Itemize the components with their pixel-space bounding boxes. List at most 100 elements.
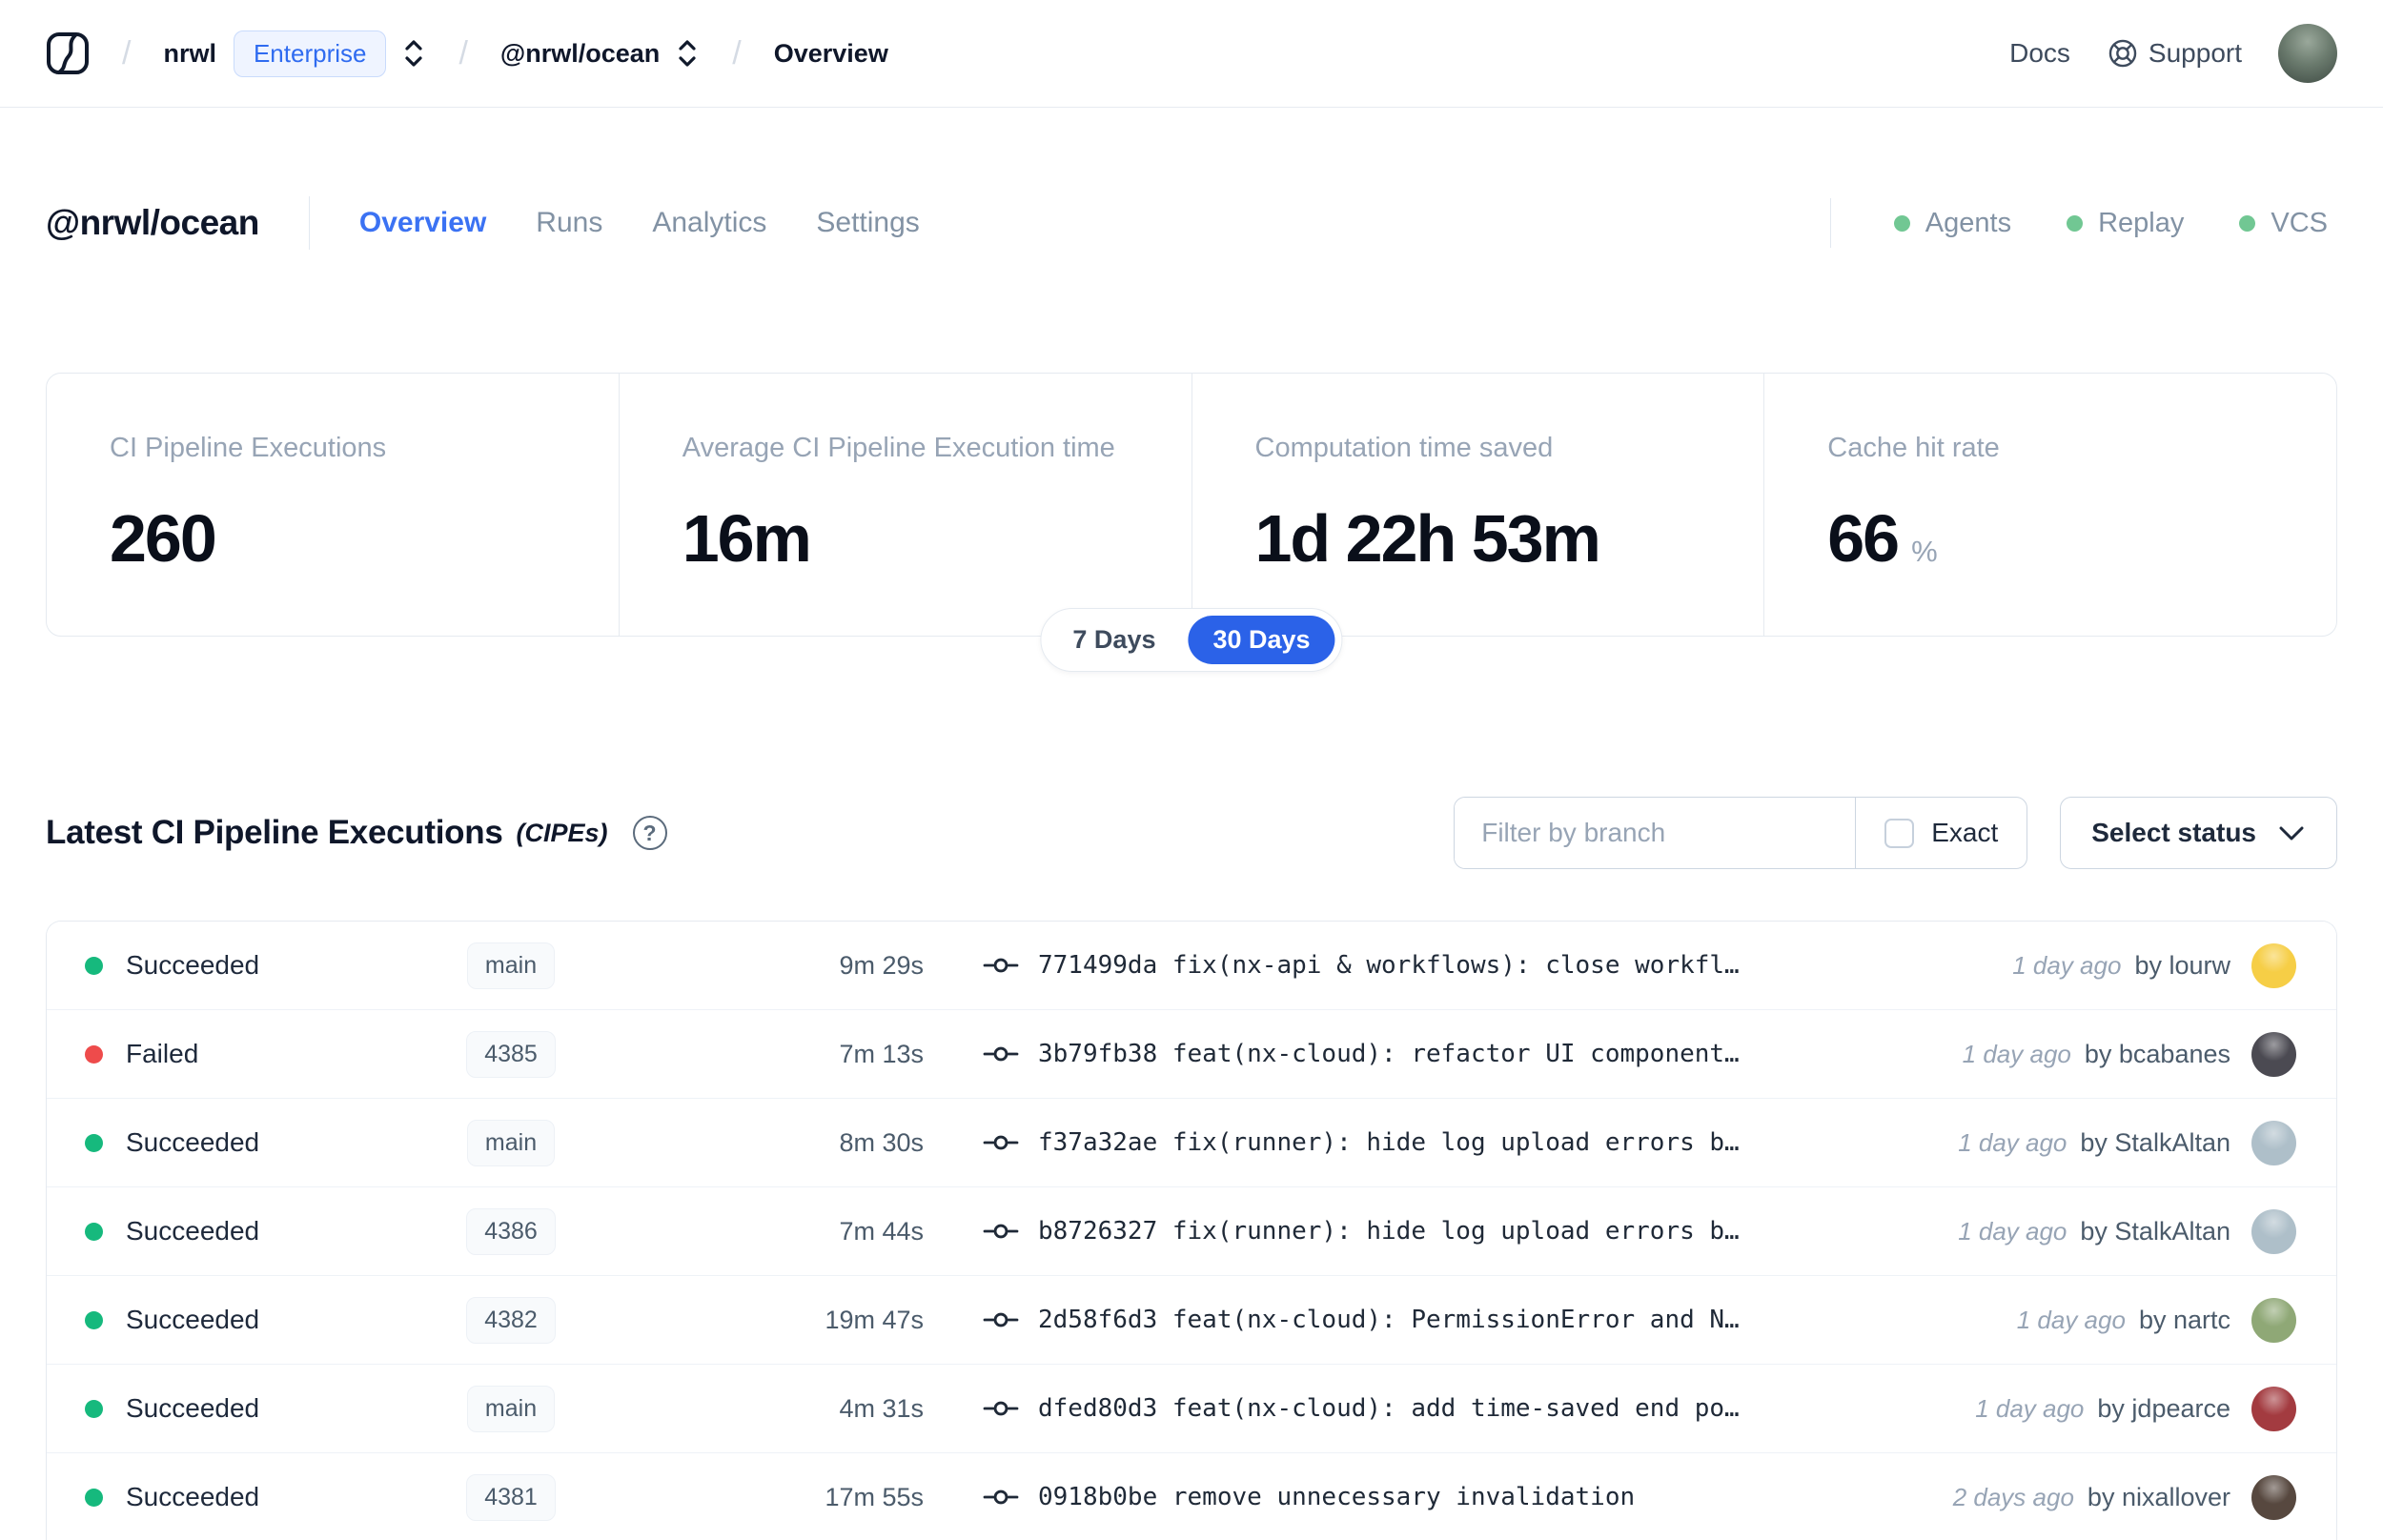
- green-status-dot-icon: [2067, 214, 2084, 232]
- cipe-status: Failed: [126, 1039, 199, 1068]
- git-commit-icon: [983, 1395, 1019, 1422]
- enterprise-badge: Enterprise: [233, 30, 387, 77]
- green-status-dot-icon: [1893, 214, 1910, 232]
- breadcrumb-separator: /: [458, 34, 468, 71]
- breadcrumb-separator: /: [732, 34, 742, 71]
- cipe-table: Succeeded main 9m 29s 771499da fix(nx-ap…: [46, 921, 2337, 1540]
- breadcrumb-org[interactable]: nrwl: [163, 39, 216, 69]
- branch-badge: main: [466, 1119, 556, 1166]
- stats-cards-row: CI Pipeline Executions 260 Average CI Pi…: [46, 373, 2337, 637]
- indicator-vcs[interactable]: VCS: [2239, 208, 2328, 239]
- stat-suffix: %: [1911, 535, 1938, 568]
- cipe-time-ago: 1 day ago: [1958, 1216, 2067, 1246]
- user-avatar[interactable]: [2278, 24, 2337, 83]
- page-title: @nrwl/ocean: [46, 203, 259, 242]
- status-dot-icon: [85, 1222, 103, 1241]
- commit-message: f37a32ae fix(runner): hide log upload er…: [1038, 1128, 1740, 1157]
- cipe-author: by lourw: [2134, 950, 2230, 980]
- green-status-dot-icon: [2239, 214, 2256, 232]
- cipe-status: Succeeded: [126, 1393, 260, 1423]
- cipe-row[interactable]: Succeeded 4381 17m 55s 0918b0be remove u…: [47, 1453, 2336, 1540]
- cipe-duration: 4m 31s: [839, 1393, 924, 1423]
- commit-message: 2d58f6d3 feat(nx-cloud): PermissionError…: [1038, 1306, 1740, 1334]
- indicators-divider: [1829, 198, 1831, 248]
- status-dot-icon: [85, 1133, 103, 1152]
- cipe-status: Succeeded: [126, 1127, 260, 1157]
- workspace-tabs: Overview Runs Analytics Settings: [359, 207, 920, 239]
- workspace-switcher-chevrons-icon[interactable]: [675, 37, 700, 70]
- help-icon[interactable]: ?: [632, 816, 667, 850]
- select-status-label: Select status: [2091, 818, 2256, 847]
- stat-value: 16m: [682, 501, 812, 576]
- breadcrumb-page: Overview: [773, 38, 888, 68]
- git-commit-icon: [983, 1218, 1019, 1245]
- status-dot-icon: [85, 956, 103, 975]
- branch-badge: main: [466, 942, 556, 989]
- stats-section: CI Pipeline Executions 260 Average CI Pi…: [46, 373, 2337, 672]
- indicator-replay[interactable]: Replay: [2067, 208, 2184, 239]
- author-avatar: [2251, 1031, 2296, 1077]
- support-label: Support: [2148, 38, 2242, 68]
- cipe-filters: Exact Select status: [1454, 797, 2337, 869]
- cipe-author: by bcabanes: [2084, 1039, 2230, 1068]
- tab-overview[interactable]: Overview: [359, 207, 486, 239]
- exact-checkbox[interactable]: [1884, 818, 1915, 848]
- stat-label: Cache hit rate: [1827, 433, 2000, 463]
- tab-runs[interactable]: Runs: [536, 207, 602, 239]
- commit-message: dfed80d3 feat(nx-cloud): add time-saved …: [1038, 1394, 1740, 1423]
- select-status-dropdown[interactable]: Select status: [2060, 797, 2337, 869]
- docs-link[interactable]: Docs: [2009, 38, 2070, 69]
- git-commit-icon: [983, 1129, 1019, 1156]
- cipe-author: by StalkAltan: [2080, 1216, 2230, 1246]
- cipe-time-ago: 1 day ago: [2016, 1305, 2126, 1334]
- author-avatar: [2251, 1474, 2296, 1520]
- org-switcher-chevrons-icon[interactable]: [401, 37, 426, 70]
- stat-label: Computation time saved: [1254, 433, 1554, 463]
- status-dot-icon: [85, 1044, 103, 1064]
- exact-label[interactable]: Exact: [1931, 818, 1998, 848]
- cipe-time-ago: 1 day ago: [2012, 950, 2122, 980]
- cipe-row[interactable]: Failed 4385 7m 13s 3b79fb38 feat(nx-clou…: [47, 1010, 2336, 1099]
- cipe-duration: 8m 30s: [839, 1127, 924, 1157]
- status-dot-icon: [85, 1488, 103, 1507]
- exact-match-segment: Exact: [1855, 798, 2027, 868]
- commit-message: 771499da fix(nx-api & workflows): close …: [1038, 951, 1740, 980]
- cipe-row[interactable]: Succeeded main 9m 29s 771499da fix(nx-ap…: [47, 922, 2336, 1010]
- indicator-agents[interactable]: Agents: [1893, 208, 2011, 239]
- cipe-section-header: Latest CI Pipeline Executions (CIPEs) ? …: [46, 797, 2337, 869]
- life-ring-icon: [2107, 37, 2139, 70]
- cipe-time-ago: 1 day ago: [1962, 1039, 2071, 1068]
- git-commit-icon: [983, 1307, 1019, 1333]
- branch-badge: 4381: [466, 1473, 556, 1521]
- branch-filter-input[interactable]: [1455, 798, 1856, 868]
- tab-settings[interactable]: Settings: [816, 207, 919, 239]
- range-30-days-button[interactable]: 30 Days: [1188, 616, 1335, 664]
- author-avatar: [2251, 1386, 2296, 1431]
- cipe-time-ago: 2 days ago: [1952, 1482, 2074, 1511]
- nx-cloud-logo-icon[interactable]: [46, 31, 90, 75]
- branch-badge: main: [466, 1385, 556, 1432]
- cipe-author: by StalkAltan: [2080, 1127, 2230, 1157]
- breadcrumb-workspace[interactable]: @nrwl/ocean: [500, 39, 660, 69]
- branch-badge: 4385: [466, 1030, 556, 1078]
- git-commit-icon: [983, 1041, 1019, 1067]
- stat-card-cache-hit-rate: Cache hit rate 66 %: [1764, 374, 2336, 636]
- cipe-status: Succeeded: [126, 1305, 260, 1334]
- cipe-row[interactable]: Succeeded 4382 19m 47s 2d58f6d3 feat(nx-…: [47, 1276, 2336, 1365]
- author-avatar: [2251, 942, 2296, 988]
- cipe-row[interactable]: Succeeded main 8m 30s f37a32ae fix(runne…: [47, 1099, 2336, 1187]
- tab-analytics[interactable]: Analytics: [652, 207, 766, 239]
- cipe-time-ago: 1 day ago: [1958, 1127, 2067, 1157]
- range-7-days-button[interactable]: 7 Days: [1048, 616, 1180, 664]
- cipe-author: by jdpearce: [2097, 1393, 2230, 1423]
- support-link[interactable]: Support: [2107, 37, 2242, 70]
- top-navbar: / nrwl Enterprise / @nrwl/ocean / Overvi…: [0, 0, 2383, 108]
- stat-label: CI Pipeline Executions: [110, 433, 387, 463]
- cipe-row[interactable]: Succeeded 4386 7m 44s b8726327 fix(runne…: [47, 1187, 2336, 1276]
- cipe-duration: 17m 55s: [825, 1482, 924, 1511]
- cipe-row[interactable]: Succeeded main 4m 31s dfed80d3 feat(nx-c…: [47, 1365, 2336, 1453]
- commit-message: 0918b0be remove unnecessary invalidation: [1038, 1483, 1636, 1511]
- git-commit-icon: [983, 952, 1019, 979]
- cipe-status: Succeeded: [126, 1482, 260, 1511]
- stat-value: 66: [1827, 501, 1900, 576]
